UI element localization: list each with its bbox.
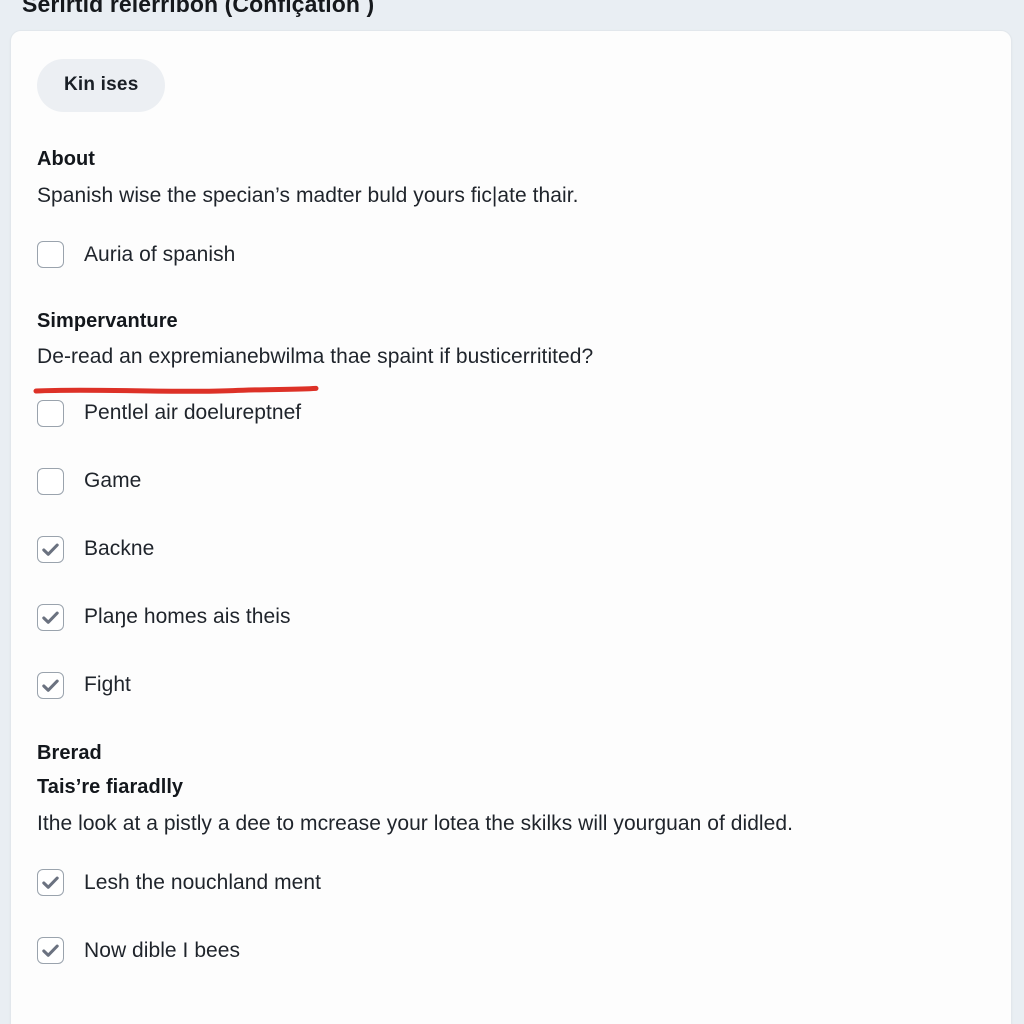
checkbox-row[interactable]: Game xyxy=(37,464,985,498)
checkbox-checked-icon[interactable] xyxy=(37,603,64,631)
checkmark-icon xyxy=(42,876,59,889)
checkbox-checked-icon[interactable] xyxy=(37,535,64,563)
section-heading-simpervanture: Simpervanture xyxy=(37,309,178,332)
checkbox-list-simpervanture: Pentlel air doelureptnef Game Backne Pla… xyxy=(37,396,985,702)
page-title: Serirtíd relerribon (Confiçation ) xyxy=(22,0,375,17)
section-paragraph-brerad: Ithe look at a pistly a dee to mcrease y… xyxy=(37,812,793,835)
checkbox-row[interactable]: Fight xyxy=(37,668,985,702)
section-paragraph-about: Spanish wise the specian’s madter buld y… xyxy=(37,184,579,207)
checkbox-label: Now dible I bees xyxy=(84,938,241,962)
section-about: About Spanish wise the specian’s madter … xyxy=(37,148,985,272)
checkmark-icon xyxy=(42,611,59,624)
checkmark-icon xyxy=(42,543,59,556)
checkbox-label: Fight xyxy=(84,673,131,696)
checkbox-label: Pentlel air doelureptnef xyxy=(84,401,302,424)
checkbox-list-about: Auria of spanish xyxy=(37,238,985,272)
section-brerad: Brerad Tais’re fiaradlly Ithe look at a … xyxy=(37,742,985,968)
checkbox-unchecked-icon[interactable] xyxy=(37,467,64,495)
status-chip[interactable]: Kin ises xyxy=(37,59,166,112)
checkbox-row[interactable]: Lesh the nouchland ment xyxy=(37,866,985,900)
checkbox-checked-icon[interactable] xyxy=(37,869,64,896)
checkbox-row[interactable]: Pentlel air doelureptnef xyxy=(37,396,985,430)
section-heading-brerad: Brerad xyxy=(37,742,102,764)
checkbox-label: Backne xyxy=(84,537,155,560)
checkbox-row[interactable]: Plaŋe homes ais theis xyxy=(37,600,985,634)
section-subheading-brerad: Tais’re fiaradlly xyxy=(37,776,184,798)
checkbox-label: Game xyxy=(84,469,142,492)
checkbox-row[interactable]: Backne xyxy=(37,532,985,566)
checkbox-row[interactable]: Auria of spanish xyxy=(37,238,985,272)
checkbox-unchecked-icon[interactable] xyxy=(37,399,64,427)
checkbox-checked-icon[interactable] xyxy=(37,937,64,964)
section-paragraph-simpervanture: De-read an expremianebwilma thae spaint … xyxy=(37,344,594,368)
checkmark-icon xyxy=(42,944,59,957)
checkbox-checked-icon[interactable] xyxy=(37,671,64,699)
checkbox-label: Auria of spanish xyxy=(84,242,236,266)
content-card: Kin ises About Spanish wise the specian’… xyxy=(10,30,1012,1024)
checkbox-list-brerad: Lesh the nouchland ment Now dible I bees xyxy=(37,866,985,968)
checkbox-row[interactable]: Now dible I bees xyxy=(37,934,985,968)
section-heading-about: About xyxy=(37,148,96,170)
checkbox-unchecked-icon[interactable] xyxy=(37,241,64,268)
checkbox-label: Lesh the nouchland ment xyxy=(84,870,321,894)
checkbox-label: Plaŋe homes ais theis xyxy=(84,605,291,628)
section-simpervanture: Simpervanture De-read an expremianebwilm… xyxy=(37,310,985,703)
checkmark-icon xyxy=(42,679,59,692)
